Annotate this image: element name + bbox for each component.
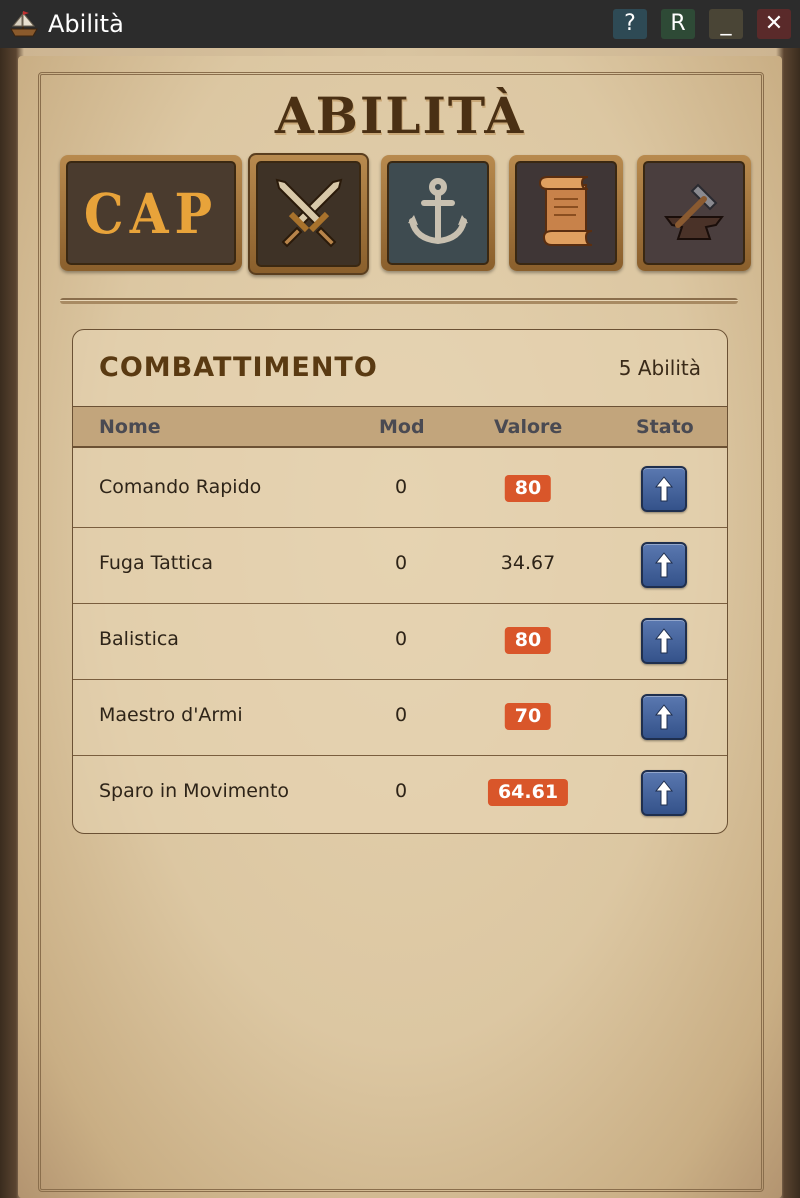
panel-title: COMBATTIMENTO [99, 352, 378, 383]
table-row: Maestro d'Armi 0 70 [73, 680, 727, 756]
upgrade-button[interactable] [641, 694, 687, 740]
table-row: Balistica 0 80 [73, 604, 727, 680]
arrow-up-icon [654, 476, 674, 502]
arrow-up-icon [654, 704, 674, 730]
tab-naval[interactable] [381, 155, 495, 271]
skill-mod: 0 [395, 628, 408, 650]
crossed-swords-icon [275, 178, 342, 248]
reset-button[interactable]: R [661, 9, 695, 39]
column-header-state: Stato [636, 416, 694, 438]
skill-name: Comando Rapido [99, 476, 262, 498]
skill-name: Balistica [99, 628, 179, 650]
skill-value: 34.67 [500, 552, 556, 574]
table-header: Nome Mod Valore Stato [73, 406, 727, 448]
arrow-up-icon [654, 552, 674, 578]
arrow-up-icon [654, 628, 674, 654]
page-title: ABILITÀ [274, 86, 526, 145]
skill-name: Sparo in Movimento [99, 780, 290, 802]
skill-mod: 0 [395, 704, 408, 726]
minimize-button[interactable]: _ [709, 9, 743, 39]
anchor-icon [408, 178, 468, 245]
close-button[interactable]: ✕ [757, 9, 791, 39]
table-row: Sparo in Movimento 0 64.61 [73, 756, 727, 832]
window-title: Abilità [48, 10, 124, 38]
ship-icon [10, 11, 38, 37]
window-titlebar: Abilità ? R _ ✕ [0, 0, 800, 48]
skill-mod: 0 [395, 476, 408, 498]
anvil-hammer-icon [664, 183, 724, 240]
arrow-up-icon [654, 780, 674, 806]
skills-panel: COMBATTIMENTO 5 Abilità Nome Mod Valore … [72, 329, 728, 834]
tab-scroll[interactable] [509, 155, 623, 271]
skill-value-badge: 80 [504, 627, 552, 654]
skill-mod: 0 [395, 780, 408, 802]
upgrade-button[interactable] [641, 466, 687, 512]
column-header-mod: Mod [379, 416, 425, 438]
tab-combat[interactable] [248, 153, 369, 275]
tab-cap[interactable]: CAP [60, 155, 242, 271]
tab-cap-label: CAP [83, 180, 219, 246]
skill-value-badge: 64.61 [487, 779, 569, 806]
skill-mod: 0 [395, 552, 408, 574]
upgrade-button[interactable] [641, 618, 687, 664]
help-button[interactable]: ? [613, 9, 647, 39]
skill-name: Fuga Tattica [99, 552, 214, 574]
table-row: Comando Rapido 0 80 [73, 452, 727, 528]
tab-craft[interactable] [637, 155, 751, 271]
skill-count: 5 Abilità [618, 356, 701, 380]
section-divider [60, 298, 738, 304]
column-header-name: Nome [99, 416, 161, 438]
upgrade-button[interactable] [641, 542, 687, 588]
skill-name: Maestro d'Armi [99, 704, 243, 726]
column-header-value: Valore [494, 416, 563, 438]
skill-value-badge: 70 [504, 703, 552, 730]
upgrade-button[interactable] [641, 770, 687, 816]
table-row: Fuga Tattica 0 34.67 [73, 528, 727, 604]
skill-value-badge: 80 [504, 475, 552, 502]
scroll-icon [538, 176, 593, 246]
